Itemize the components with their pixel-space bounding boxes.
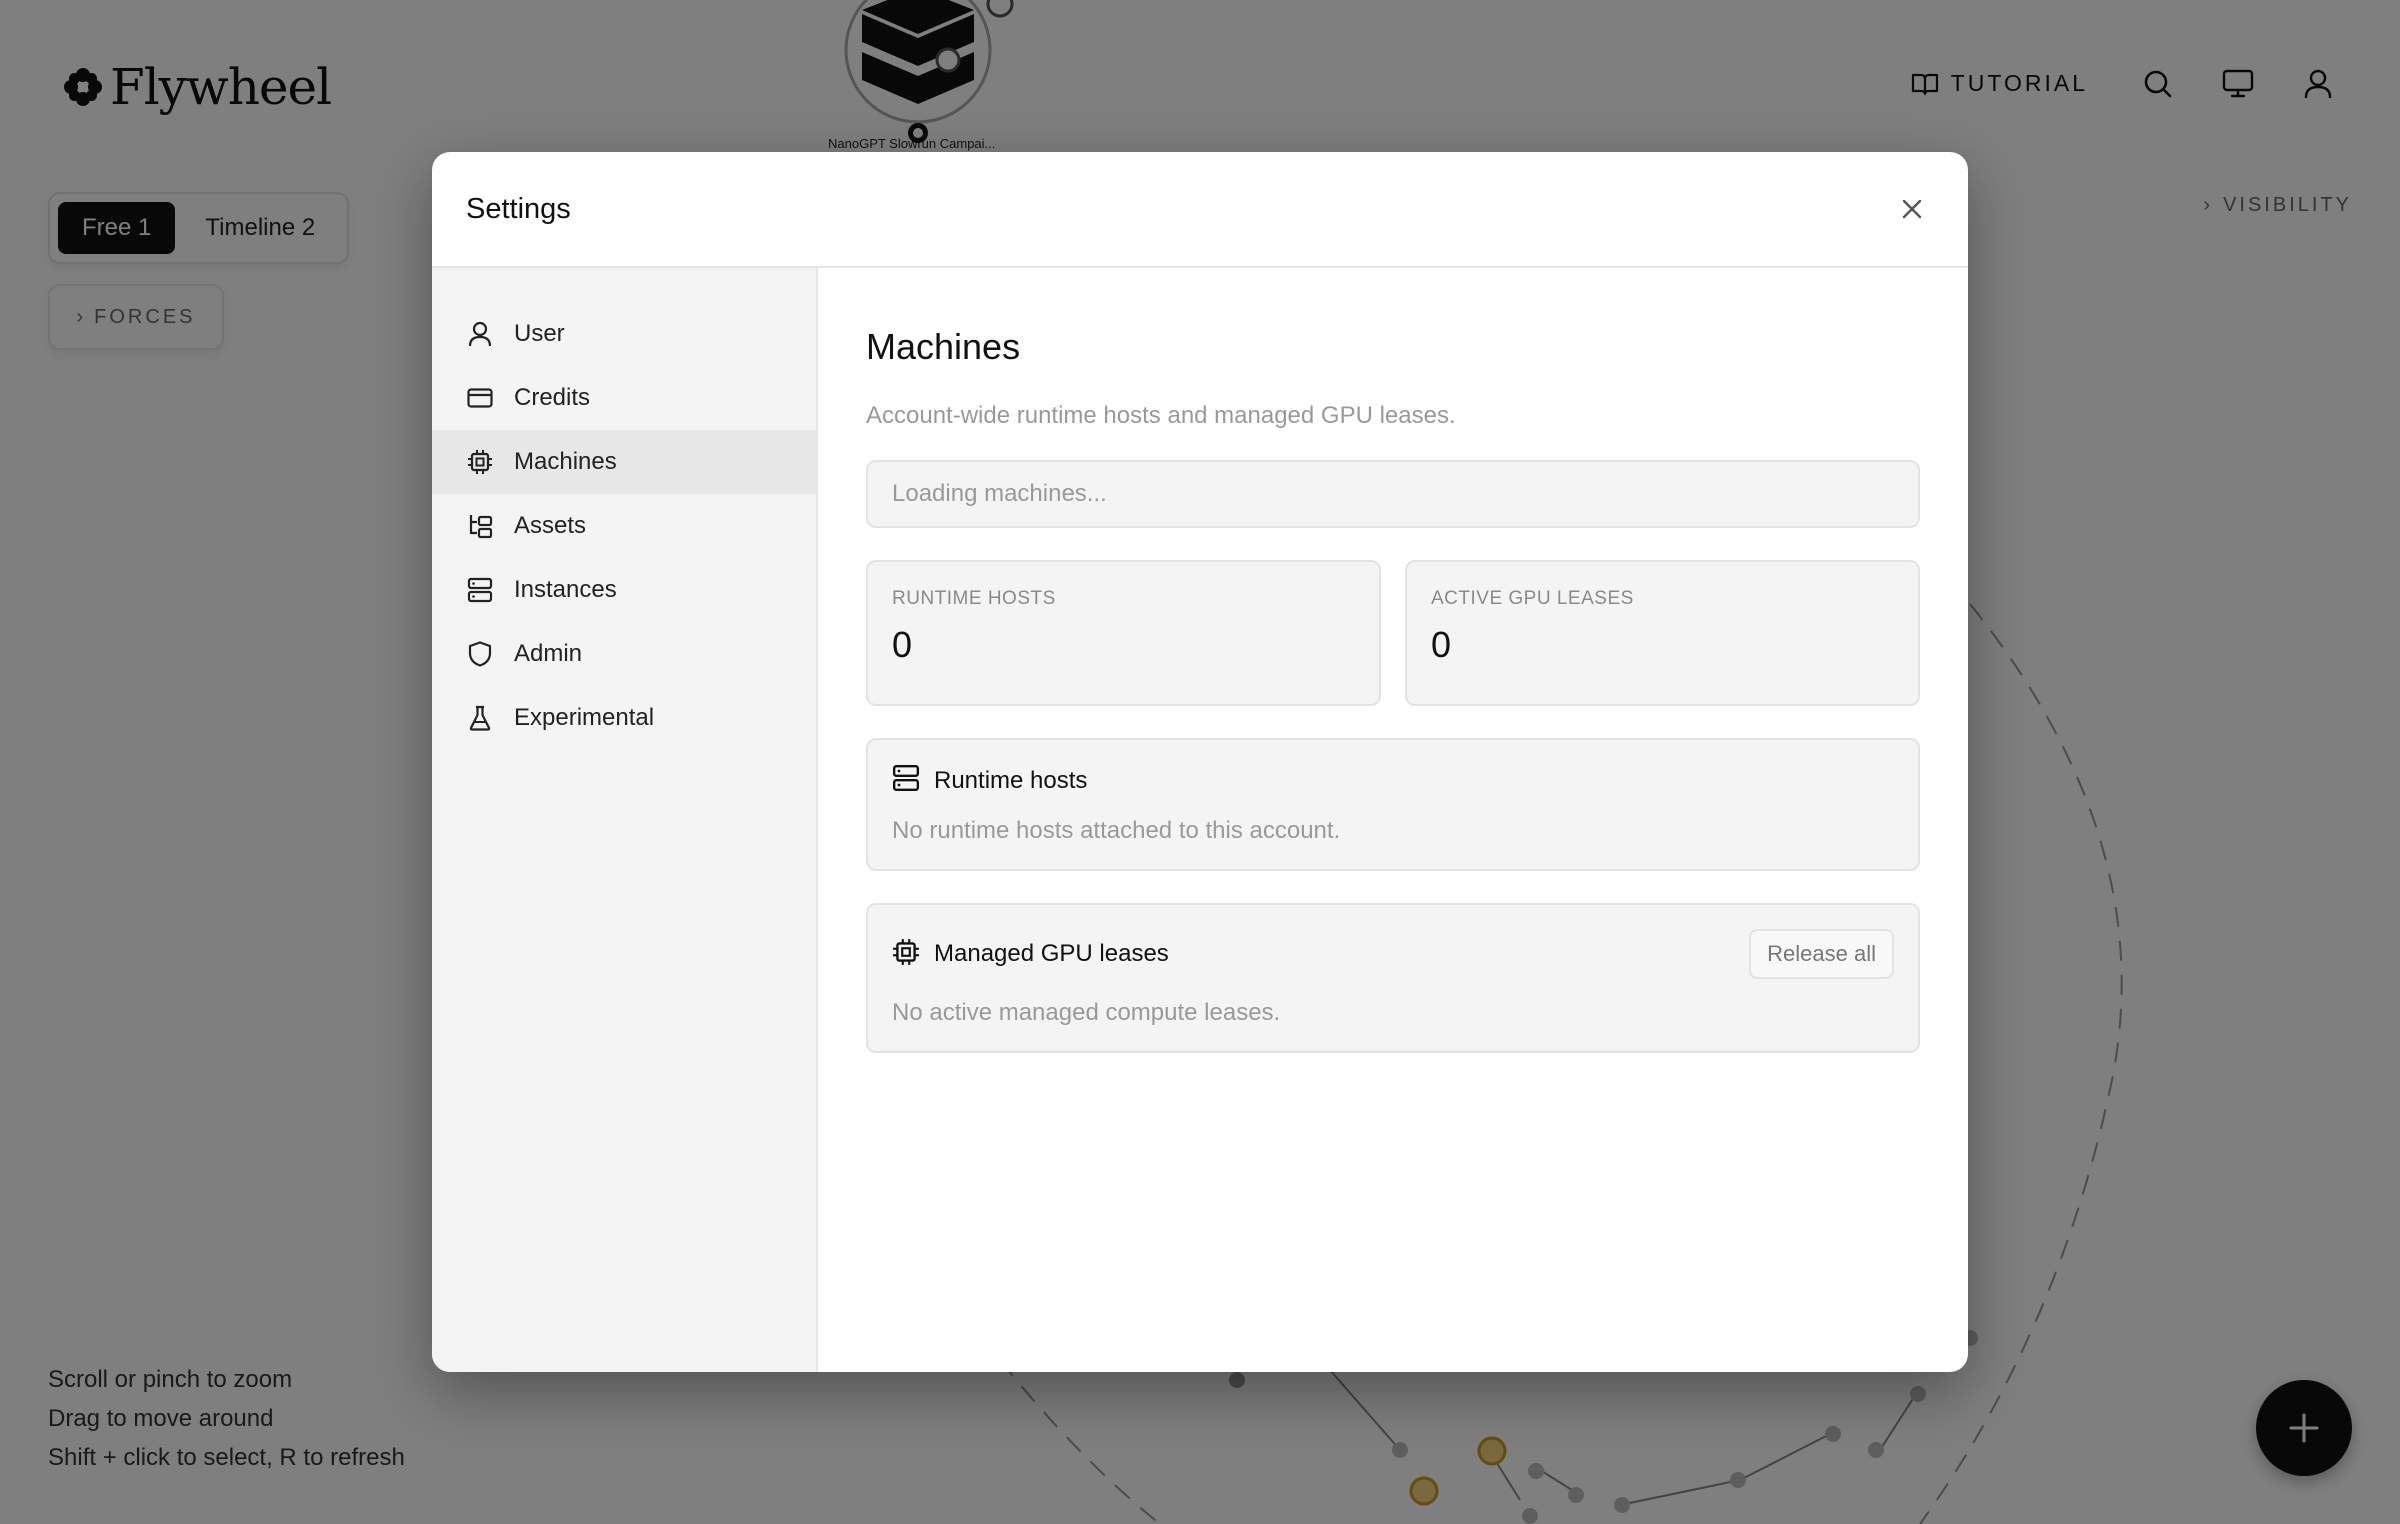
empty-state-text: No runtime hosts attached to this accoun… [892,817,1341,844]
sidebar-item-admin[interactable]: Admin [432,622,816,686]
panel-title: Runtime hosts [934,766,1088,794]
settings-body: User Credits Machines Assets Instances A… [432,268,1968,1372]
user-icon [466,320,494,348]
gpu-leases-panel: Managed GPU leases Release all No active… [866,903,1920,1053]
stat-card-runtime-hosts: RUNTIME HOSTS 0 [866,560,1381,706]
settings-header: Settings [432,152,1968,268]
sidebar-item-machines[interactable]: Machines [432,430,816,494]
section-title: Machines [866,326,1021,367]
server-icon [466,576,494,604]
loading-status: Loading machines... [866,460,1920,528]
sidebar-item-label: Admin [514,640,583,667]
settings-dialog: Settings User Credits Machines Assets In… [432,152,1968,1372]
sidebar-item-label: Credits [514,384,591,411]
panel-title: Managed GPU leases [934,940,1169,967]
stat-value: 0 [892,624,913,665]
empty-state-text: No active managed compute leases. [892,999,1281,1026]
runtime-hosts-panel: Runtime hosts No runtime hosts attached … [866,738,1920,871]
stat-card-gpu-leases: ACTIVE GPU LEASES 0 [1405,560,1920,706]
server-icon [892,764,920,797]
sidebar-item-instances[interactable]: Instances [432,558,816,622]
sidebar-item-credits[interactable]: Credits [432,366,816,430]
machines-panel: Machines Account-wide runtime hosts and … [818,268,1968,1372]
folder-tree-icon [466,512,494,540]
sidebar-item-label: Machines [514,448,617,475]
settings-title: Settings [466,192,571,225]
sidebar-item-label: Experimental [514,704,655,731]
close-icon [1902,199,1922,219]
cpu-icon [892,938,920,971]
flask-icon [466,704,494,732]
credit-card-icon [466,384,494,412]
panel-header: Managed GPU leases Release all [892,929,1894,979]
section-description: Account-wide runtime hosts and managed G… [866,402,1456,429]
panel-header: Runtime hosts [892,764,1894,797]
sidebar-item-user[interactable]: User [432,302,816,366]
settings-sidebar: User Credits Machines Assets Instances A… [432,268,818,1372]
close-button[interactable] [1890,187,1934,231]
stat-value: 0 [1431,624,1452,665]
sidebar-item-label: Instances [514,576,617,603]
shield-icon [466,640,494,668]
stat-label: RUNTIME HOSTS [892,588,1056,609]
sidebar-item-assets[interactable]: Assets [432,494,816,558]
cpu-icon [466,448,494,476]
sidebar-item-experimental[interactable]: Experimental [432,686,816,750]
release-all-button[interactable]: Release all [1749,929,1894,979]
sidebar-item-label: Assets [514,512,587,539]
stats-row: RUNTIME HOSTS 0 ACTIVE GPU LEASES 0 [866,560,1920,706]
sidebar-item-label: User [514,320,565,347]
stat-label: ACTIVE GPU LEASES [1431,588,1634,609]
